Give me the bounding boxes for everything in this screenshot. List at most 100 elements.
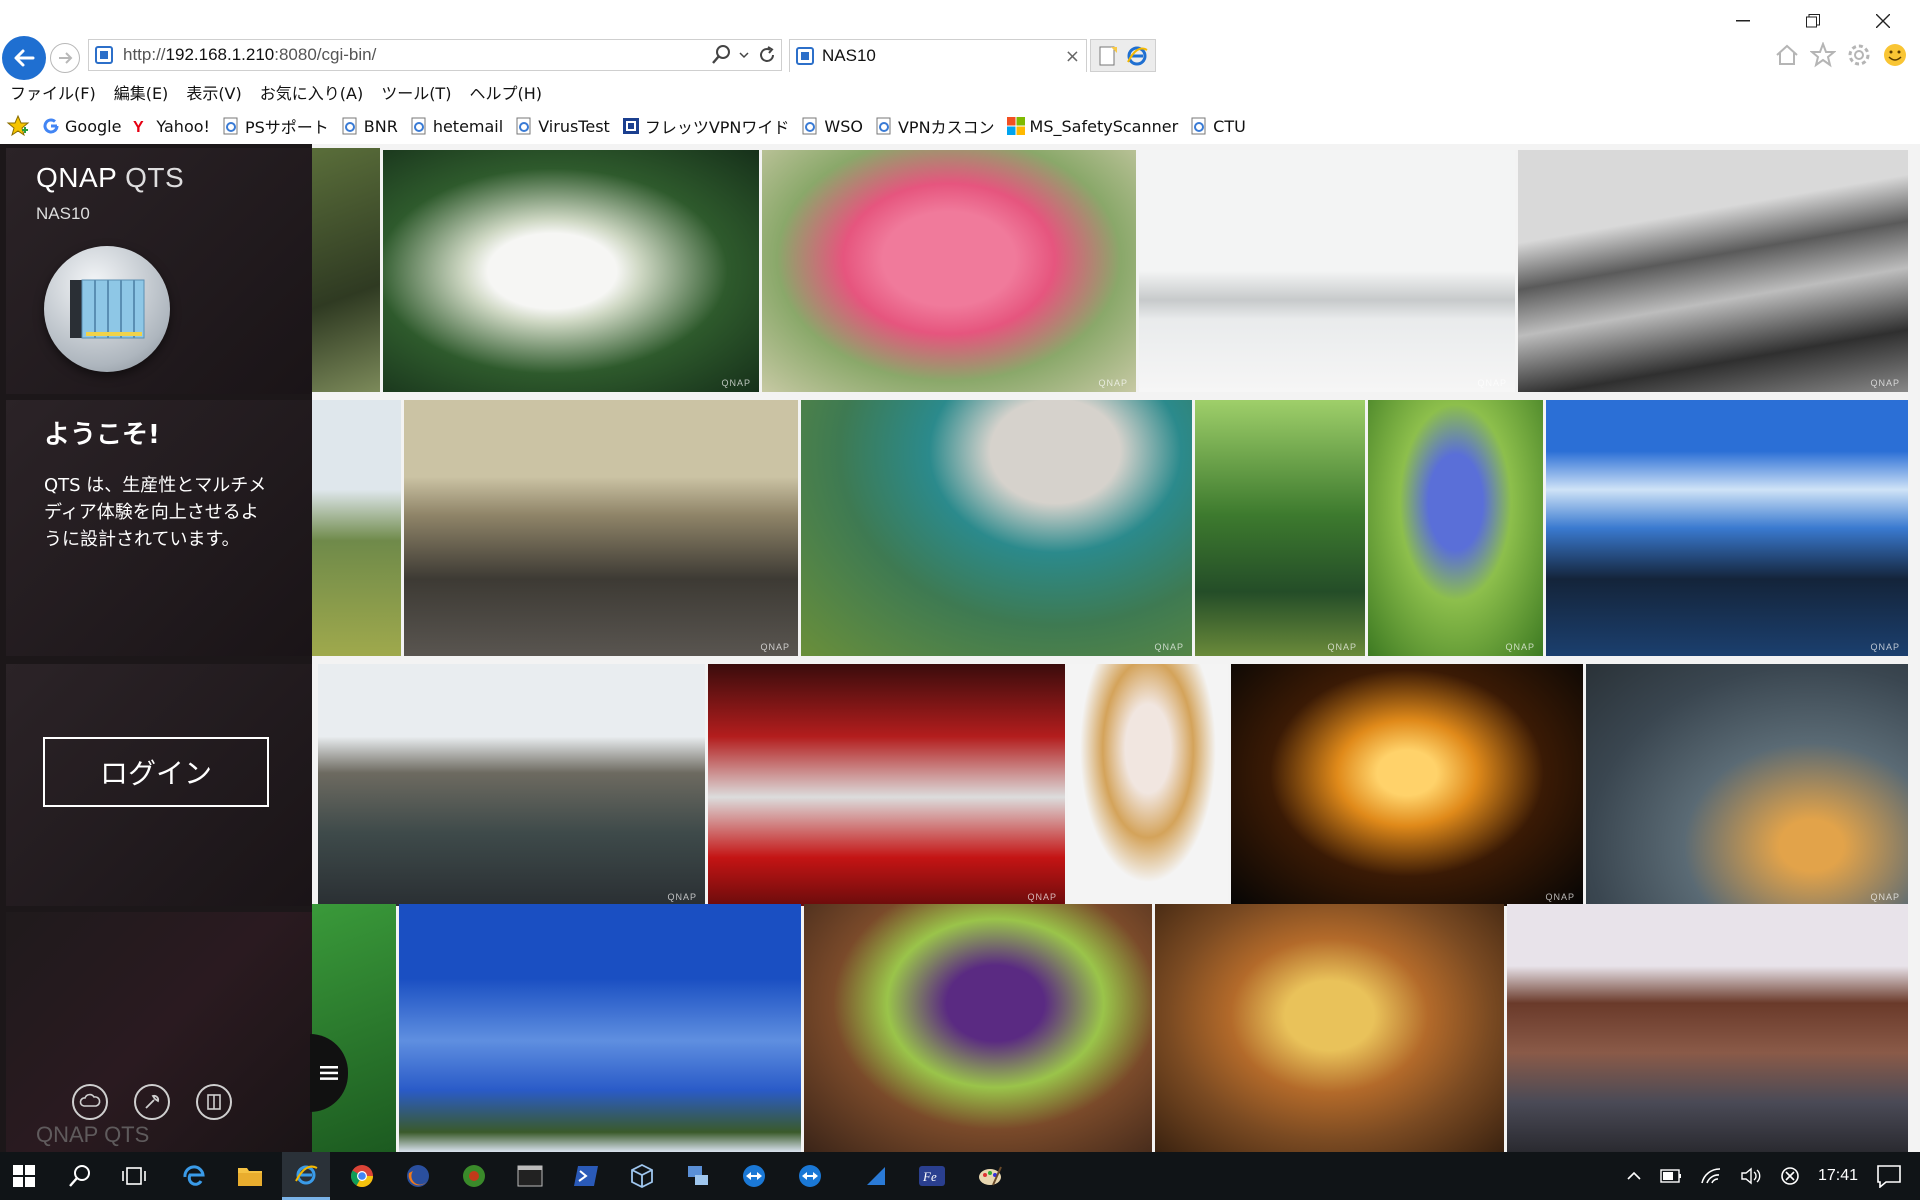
ie-page-icon bbox=[1190, 117, 1208, 135]
menu-view[interactable]: 表示(V) bbox=[186, 80, 241, 104]
fav-label: PSサポート bbox=[244, 118, 329, 137]
fav-flets-vpn[interactable]: フレッツVPNワイド bbox=[622, 114, 789, 138]
flets-icon bbox=[622, 117, 640, 135]
search-icon bbox=[69, 1165, 90, 1187]
refresh-icon[interactable] bbox=[757, 45, 777, 65]
qts-sidebar: QNAP QTS NAS10 ようこそ! QTS は、生産性とマルチメディア体験… bbox=[0, 144, 312, 1152]
taskbar-internet-explorer[interactable] bbox=[282, 1152, 330, 1200]
ie-page-icon bbox=[801, 117, 819, 135]
chevron-down-icon[interactable] bbox=[739, 50, 749, 60]
favorites-bar-star-icon[interactable] bbox=[6, 114, 30, 138]
search-icon[interactable] bbox=[711, 44, 731, 66]
ie-logo-icon[interactable] bbox=[1125, 44, 1149, 68]
system-tray: 17:41 bbox=[1626, 1152, 1920, 1200]
fav-label: Google bbox=[65, 116, 122, 136]
taskbar-edge[interactable] bbox=[170, 1152, 218, 1200]
taskbar-teamviewer-2[interactable] bbox=[786, 1152, 834, 1200]
paint-palette-icon bbox=[979, 1166, 1002, 1186]
mosaic-photo-ice-cream bbox=[1068, 664, 1228, 906]
close-icon bbox=[1876, 14, 1890, 28]
menu-help[interactable]: ヘルプ(H) bbox=[469, 80, 542, 104]
menu-tools[interactable]: ツール(T) bbox=[381, 80, 451, 104]
address-bar[interactable]: http://192.168.1.210:8080/cgi-bin/ bbox=[88, 39, 782, 71]
book-app-button[interactable] bbox=[196, 1084, 232, 1120]
taskbar-app-green[interactable] bbox=[450, 1152, 498, 1200]
taskbar-search-button[interactable] bbox=[56, 1152, 104, 1200]
mosaic-photo-tree bbox=[312, 148, 380, 392]
task-view-button[interactable] bbox=[110, 1152, 158, 1200]
faded-brand-footer: QNAP QTS bbox=[36, 1122, 150, 1147]
mosaic-photo-race-car: QNAP bbox=[708, 664, 1065, 906]
folder-icon bbox=[238, 1168, 262, 1186]
action-center-icon[interactable] bbox=[1876, 1164, 1902, 1188]
menu-file[interactable]: ファイル(F) bbox=[10, 80, 96, 104]
new-tab-icon[interactable] bbox=[1097, 45, 1119, 67]
taskbar-terminal[interactable] bbox=[506, 1152, 554, 1200]
taskbar-sail-app[interactable] bbox=[852, 1152, 900, 1200]
start-button[interactable] bbox=[0, 1152, 48, 1200]
taskbar-clock[interactable]: 17:41 bbox=[1818, 1167, 1858, 1185]
taskbar-file-explorer[interactable] bbox=[226, 1152, 274, 1200]
close-window-button[interactable] bbox=[1860, 6, 1906, 36]
gear-icon[interactable] bbox=[1846, 42, 1872, 68]
fav-yahoo[interactable]: Y Yahoo! bbox=[133, 117, 210, 137]
taskbar-network-app[interactable] bbox=[674, 1152, 722, 1200]
forward-button[interactable] bbox=[50, 43, 80, 73]
windows-logo-icon bbox=[13, 1165, 35, 1187]
taskbar-firefox[interactable] bbox=[394, 1152, 442, 1200]
menu-edit[interactable]: 編集(E) bbox=[114, 80, 169, 104]
ie-page-icon bbox=[875, 117, 893, 135]
login-button[interactable]: ログイン bbox=[43, 737, 269, 807]
ie-page-icon bbox=[515, 117, 533, 135]
favorites-star-icon[interactable] bbox=[1810, 42, 1836, 68]
teamviewer-icon bbox=[799, 1165, 821, 1187]
fav-ms-safetyscanner[interactable]: MS_SafetyScanner bbox=[1006, 116, 1179, 136]
back-button[interactable] bbox=[2, 36, 46, 80]
ie-page-icon bbox=[410, 117, 428, 135]
fav-label: VirusTest bbox=[538, 116, 610, 136]
fav-ps-support[interactable]: PSサポート bbox=[222, 114, 329, 138]
book-icon bbox=[207, 1094, 221, 1110]
taskbar-3d-viewer[interactable] bbox=[618, 1152, 666, 1200]
nas-device-avatar bbox=[44, 246, 170, 372]
fav-wso[interactable]: WSO bbox=[801, 117, 863, 136]
fav-vpn-cuscon[interactable]: VPNカスコン bbox=[875, 114, 995, 138]
device-name: NAS10 bbox=[36, 204, 90, 223]
taskbar-chrome[interactable] bbox=[338, 1152, 386, 1200]
teamviewer-icon bbox=[743, 1165, 765, 1187]
welcome-title: ようこそ! bbox=[44, 420, 160, 450]
nas-device-icon bbox=[70, 279, 145, 339]
fav-bnr[interactable]: BNR bbox=[341, 117, 398, 136]
fav-label: WSO bbox=[824, 116, 863, 136]
qts-brand: QNAP QTS bbox=[36, 162, 185, 193]
security-alert-icon[interactable] bbox=[1780, 1166, 1800, 1186]
wifi-icon[interactable] bbox=[1700, 1167, 1722, 1185]
fav-hetemail[interactable]: hetemail bbox=[410, 117, 503, 136]
minimize-button[interactable] bbox=[1720, 6, 1766, 36]
taskbar-teamviewer-1[interactable] bbox=[730, 1152, 778, 1200]
tab-close-button[interactable]: × bbox=[1065, 46, 1080, 67]
restore-button[interactable] bbox=[1790, 6, 1836, 36]
menu-favorites[interactable]: お気に入り(A) bbox=[260, 80, 363, 104]
tools-app-button[interactable] bbox=[134, 1084, 170, 1120]
mosaic-photo-brick-warehouses bbox=[1507, 904, 1908, 1152]
mosaic-photo-field bbox=[312, 400, 401, 656]
qfinder-app-button[interactable] bbox=[72, 1084, 108, 1120]
fav-google[interactable]: Google bbox=[42, 117, 121, 136]
smiley-feedback-icon[interactable] bbox=[1882, 42, 1908, 68]
tab-nas10[interactable]: NAS10 × bbox=[789, 39, 1087, 72]
home-icon[interactable] bbox=[1774, 42, 1800, 68]
qts-login-page: QNAP QNAP QNAP QNAP QNAP QNAP QNAP QNAP … bbox=[0, 144, 1920, 1152]
taskbar-paint-app[interactable] bbox=[966, 1152, 1014, 1200]
taskbar-powershell[interactable] bbox=[562, 1152, 610, 1200]
wrench-icon bbox=[145, 1094, 160, 1109]
chevron-up-icon[interactable] bbox=[1626, 1171, 1642, 1181]
battery-icon[interactable] bbox=[1660, 1169, 1682, 1183]
fav-ctu[interactable]: CTU bbox=[1190, 117, 1246, 136]
taskbar-fe-app[interactable]: Fe bbox=[908, 1152, 956, 1200]
fav-label: MS_SafetyScanner bbox=[1029, 116, 1179, 136]
volume-icon[interactable] bbox=[1740, 1167, 1762, 1185]
minimize-icon bbox=[1736, 20, 1750, 22]
yahoo-icon: Y bbox=[133, 117, 151, 136]
fav-virustest[interactable]: VirusTest bbox=[515, 117, 610, 136]
